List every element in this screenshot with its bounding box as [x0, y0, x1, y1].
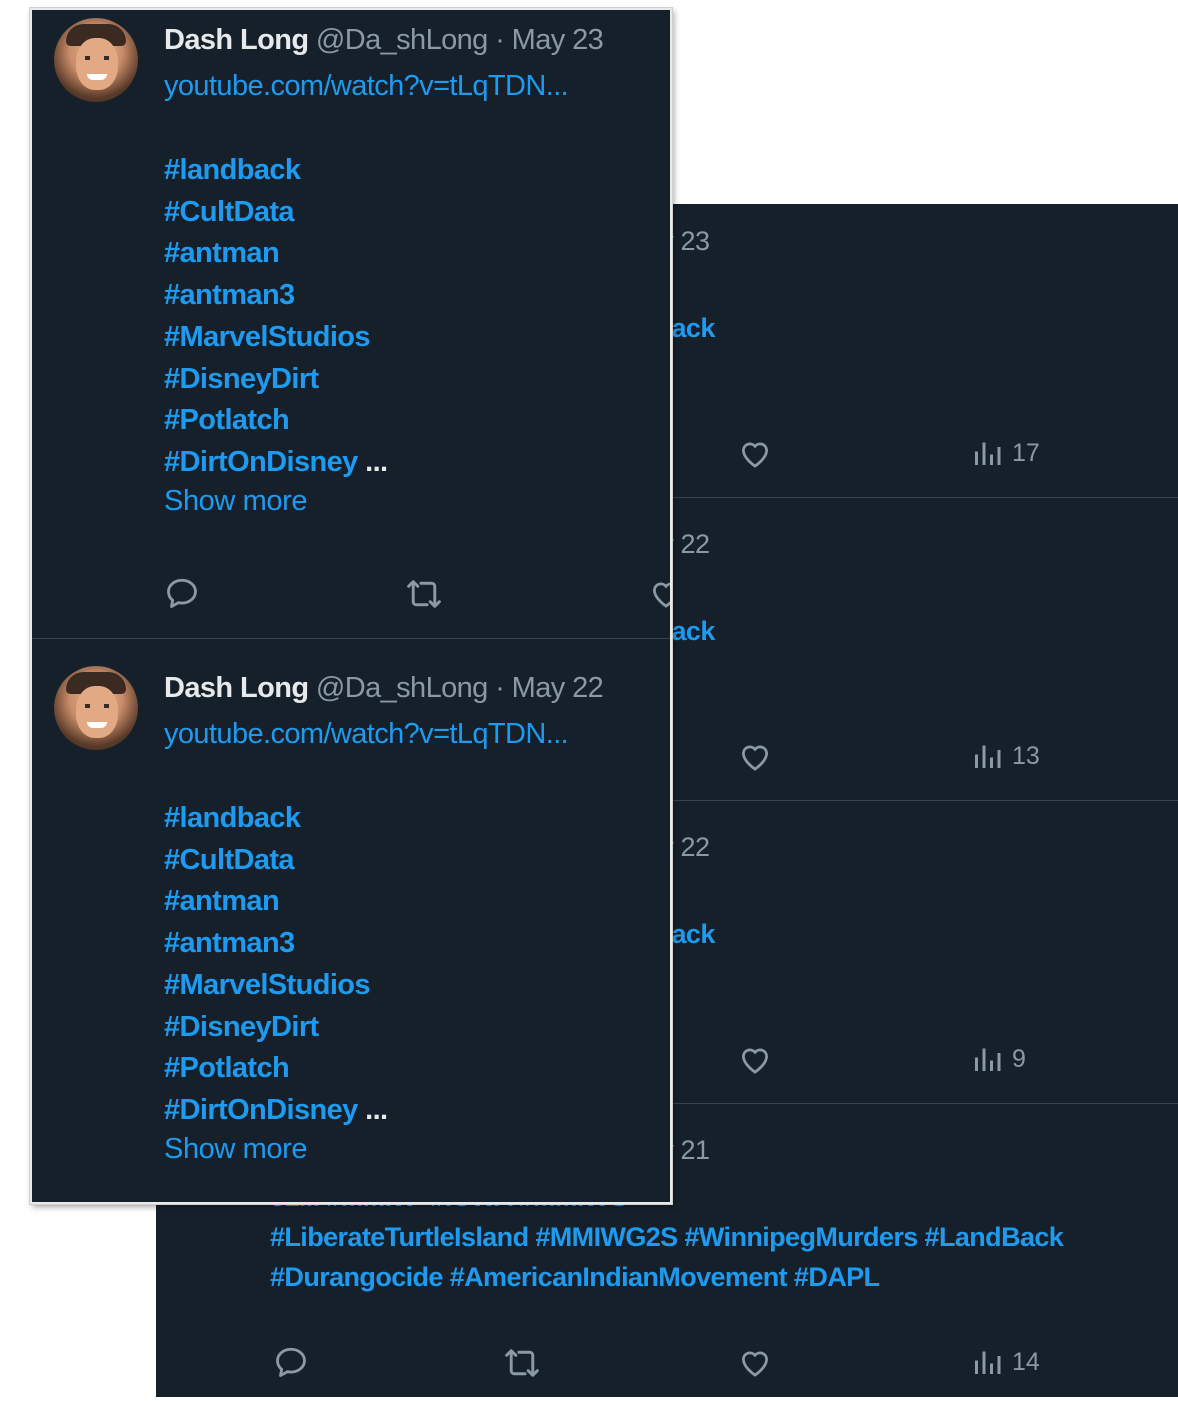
truncation-ellipsis: ...: [357, 445, 388, 478]
tweet[interactable]: Dash Long @Da_shLong · May 23 youtube.co…: [32, 10, 670, 640]
views-button[interactable]: 9: [972, 1044, 1026, 1074]
hashtag[interactable]: #antman: [164, 233, 388, 275]
hashtag[interactable]: #landback: [164, 150, 388, 192]
user-name[interactable]: Dash Long: [164, 24, 309, 56]
user-name[interactable]: Dash Long: [164, 672, 309, 704]
hashtag[interactable]: #CultData: [164, 192, 388, 234]
views-count: 9: [1012, 1044, 1026, 1073]
truncation-ellipsis: ...: [357, 1093, 388, 1126]
hashtag[interactable]: #landback: [164, 798, 388, 840]
like-button[interactable]: [737, 740, 773, 772]
like-icon: [741, 442, 769, 468]
hashtag-list: #landback #CultData #antman #antman3 #Ma…: [164, 798, 388, 1132]
hashtag[interactable]: #CultData: [164, 840, 388, 882]
retweet-icon: [505, 1349, 539, 1377]
views-count: 14: [1012, 1347, 1040, 1376]
hashtag-line[interactable]: #Durangocide #AmericanIndianMovement #DA…: [270, 1257, 1178, 1297]
views-count: 17: [1012, 438, 1040, 467]
views-count: 13: [1012, 741, 1040, 770]
reply-button[interactable]: [273, 1345, 309, 1379]
retweet-button[interactable]: [502, 1347, 542, 1379]
retweet-button[interactable]: [404, 578, 444, 610]
show-more-link[interactable]: Show more: [164, 1133, 307, 1166]
tweet-header: Dash Long @Da_shLong · May 23: [164, 24, 604, 57]
front-timeline-panel: Dash Long @Da_shLong · May 23 youtube.co…: [30, 8, 672, 1204]
user-handle-date[interactable]: @Da_shLong · May 22: [316, 672, 604, 704]
hashtag-line[interactable]: #LiberateTurtleIsland #MMIWG2S #Winnipeg…: [270, 1217, 1178, 1257]
hashtag[interactable]: #Potlatch: [164, 400, 388, 442]
avatar[interactable]: [54, 18, 138, 102]
reply-button[interactable]: [164, 576, 200, 610]
views-icon: [975, 1351, 1001, 1374]
reply-icon: [276, 1347, 306, 1377]
tweet-header: Dash Long @Da_shLong · May 22: [164, 672, 604, 705]
hashtag[interactable]: #MarvelStudios: [164, 317, 388, 359]
reply-icon: [167, 578, 197, 608]
like-icon: [741, 1048, 769, 1074]
views-button[interactable]: 14: [972, 1347, 1040, 1377]
like-icon: [652, 582, 670, 608]
hashtag[interactable]: #antman3: [164, 275, 388, 317]
like-button[interactable]: [737, 1043, 773, 1075]
retweet-icon: [407, 580, 441, 608]
hashtag[interactable]: #DisneyDirt: [164, 359, 388, 401]
user-handle-date[interactable]: @Da_shLong · May 23: [316, 24, 604, 56]
hashtag[interactable]: #DirtOnDisney: [164, 1094, 358, 1126]
hashtag[interactable]: #antman3: [164, 923, 388, 965]
hashtag[interactable]: #antman: [164, 881, 388, 923]
tweet[interactable]: Dash Long @Da_shLong · May 22 youtube.co…: [32, 640, 670, 1202]
tweet-divider: [32, 638, 670, 639]
like-icon: [741, 1351, 769, 1377]
views-icon: [975, 745, 1001, 768]
hashtag[interactable]: #MarvelStudios: [164, 965, 388, 1007]
youtube-link[interactable]: youtube.com/watch?v=tLqTDN...: [164, 718, 569, 751]
hashtag[interactable]: #Potlatch: [164, 1048, 388, 1090]
views-button[interactable]: 17: [972, 438, 1040, 468]
views-icon: [975, 1048, 1001, 1071]
avatar[interactable]: [54, 666, 138, 750]
like-button[interactable]: [648, 577, 670, 609]
hashtag[interactable]: #DirtOnDisney: [164, 446, 358, 478]
like-button[interactable]: [737, 1346, 773, 1378]
like-button[interactable]: [737, 437, 773, 469]
hashtag-list: #landback #CultData #antman #antman3 #Ma…: [164, 150, 388, 484]
views-button[interactable]: 13: [972, 741, 1040, 771]
show-more-link[interactable]: Show more: [164, 485, 307, 518]
views-icon: [975, 442, 1001, 465]
youtube-link[interactable]: youtube.com/watch?v=tLqTDN...: [164, 70, 569, 103]
hashtag[interactable]: #DisneyDirt: [164, 1007, 388, 1049]
like-icon: [741, 745, 769, 771]
